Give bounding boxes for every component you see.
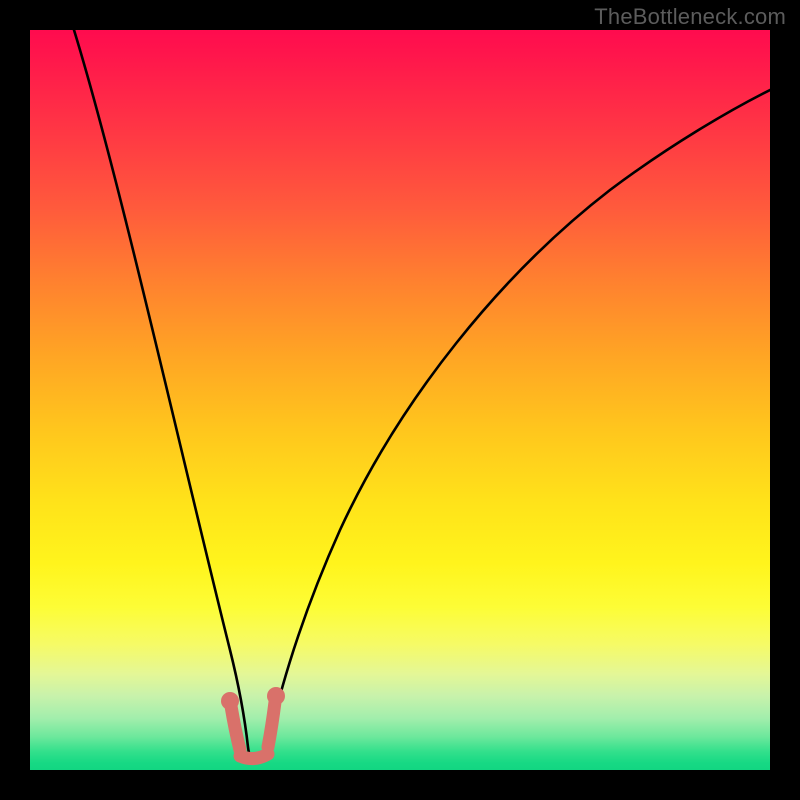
highlight-right-stem [268, 702, 275, 747]
highlight-base [240, 754, 268, 759]
watermark-text: TheBottleneck.com [594, 4, 786, 30]
curve-layer [30, 30, 770, 770]
chart-frame: TheBottleneck.com [0, 0, 800, 800]
highlight-dot-right [267, 687, 285, 705]
highlight-bracket [231, 702, 275, 759]
highlight-left-stem [231, 706, 240, 750]
bottleneck-curve [74, 30, 770, 762]
highlight-dot-left [221, 692, 239, 710]
plot-area [30, 30, 770, 770]
